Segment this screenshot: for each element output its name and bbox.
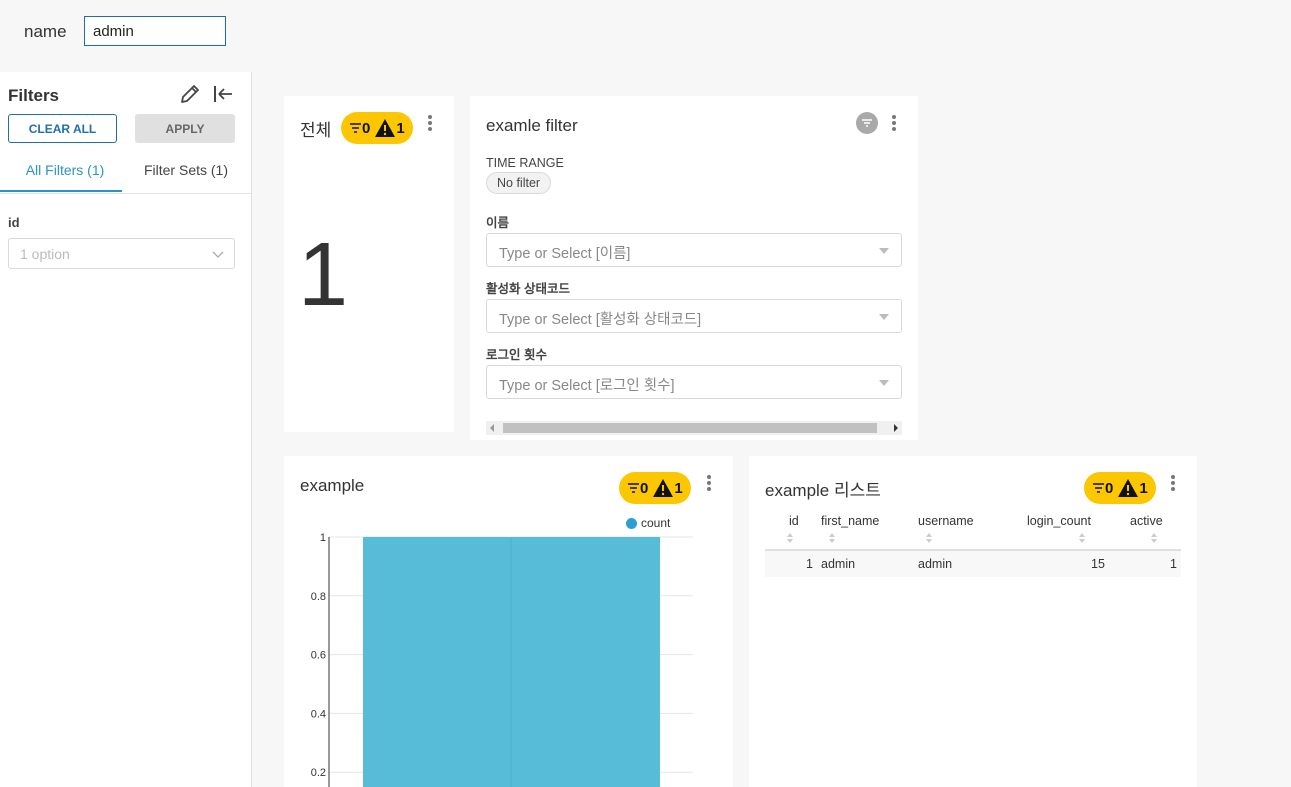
example-list-card: example 리스트 0 1 id first_name username l… bbox=[749, 456, 1197, 787]
field-label-active-code: 활성화 상태코드 bbox=[486, 282, 570, 296]
field-label-login-count: 로그인 횟수 bbox=[486, 348, 547, 362]
field-label-name: 이름 bbox=[486, 216, 510, 230]
filter-box-card: examle filter TIME RANGE No filter 이름 Ty… bbox=[470, 96, 918, 440]
clear-all-button[interactable]: CLEAR ALL bbox=[8, 114, 117, 143]
y-tick-label: 0.8 bbox=[311, 591, 326, 603]
id-filter-placeholder: 1 option bbox=[20, 246, 70, 262]
filter-icon bbox=[350, 123, 361, 133]
chevron-down-icon bbox=[212, 251, 224, 258]
cell-first-name: admin bbox=[821, 557, 856, 571]
sort-icon[interactable] bbox=[1078, 532, 1086, 544]
warning-icon bbox=[375, 119, 396, 137]
sort-icon[interactable] bbox=[1150, 532, 1158, 544]
cell-username: admin bbox=[918, 557, 953, 571]
more-menu-icon[interactable] bbox=[1170, 475, 1176, 493]
more-menu-icon[interactable] bbox=[891, 115, 897, 133]
scrollbar-thumb[interactable] bbox=[503, 423, 877, 433]
top-bar: name bbox=[0, 0, 1291, 66]
filter-status-badge[interactable]: 0 1 bbox=[341, 112, 413, 144]
sort-icon[interactable] bbox=[828, 532, 836, 544]
filters-sidebar: Filters CLEAR ALL APPLY All Filters (1) … bbox=[0, 72, 252, 787]
big-number-value: 1 bbox=[298, 225, 349, 325]
badge-filter-count: 0 bbox=[362, 119, 371, 137]
cell-login-count: 15 bbox=[1091, 557, 1105, 571]
active-tab-indicator bbox=[0, 190, 122, 192]
y-tick-label: 0.4 bbox=[311, 708, 326, 720]
name-label: name bbox=[24, 22, 67, 41]
id-filter-select[interactable]: 1 option bbox=[8, 238, 235, 269]
select-placeholder: Type or Select [활성화 상태코드] bbox=[499, 312, 702, 328]
column-header-id[interactable]: id bbox=[789, 514, 799, 528]
scroll-left-icon[interactable] bbox=[490, 424, 494, 432]
filter-icon bbox=[628, 483, 639, 493]
y-tick-label: 0.2 bbox=[311, 767, 326, 779]
example-chart-card: example 0 1 count 1 0.8 0.6 0.4 0.2 bbox=[284, 456, 733, 787]
sort-icon[interactable] bbox=[925, 532, 933, 544]
id-filter-label: id bbox=[8, 215, 20, 230]
y-tick-label: 0.6 bbox=[311, 650, 326, 662]
badge-warning-count: 1 bbox=[674, 479, 683, 497]
caret-down-icon bbox=[879, 248, 889, 254]
select-login-count[interactable]: Type or Select [로그인 횟수] bbox=[486, 365, 902, 399]
scroll-right-icon[interactable] bbox=[894, 424, 898, 432]
warning-icon bbox=[1118, 479, 1139, 497]
select-name[interactable]: Type or Select [이름] bbox=[486, 233, 902, 267]
tab-all-filters[interactable]: All Filters (1) bbox=[8, 162, 122, 178]
edit-pencil-icon[interactable] bbox=[178, 82, 202, 106]
column-header-login-count[interactable]: login_count bbox=[1027, 514, 1091, 528]
more-menu-icon[interactable] bbox=[706, 475, 712, 493]
select-placeholder: Type or Select [이름] bbox=[499, 246, 631, 262]
sort-icon[interactable] bbox=[786, 532, 794, 544]
badge-warning-count: 1 bbox=[1139, 479, 1148, 497]
cell-id: 1 bbox=[806, 557, 813, 571]
filter-box-title: examle filter bbox=[486, 116, 578, 135]
total-card-title: 전체 bbox=[300, 121, 332, 140]
column-header-active[interactable]: active bbox=[1130, 514, 1163, 528]
collapse-sidebar-icon[interactable] bbox=[211, 82, 235, 106]
column-header-first-name[interactable]: first_name bbox=[821, 514, 879, 528]
name-input[interactable] bbox=[84, 16, 226, 46]
chart-card-title: example bbox=[300, 476, 365, 495]
horizontal-scrollbar[interactable] bbox=[486, 421, 902, 435]
badge-filter-count: 0 bbox=[640, 479, 649, 497]
badge-filter-count: 0 bbox=[1105, 479, 1114, 497]
filter-status-badge[interactable]: 0 1 bbox=[619, 472, 691, 504]
bar-chart: 1 0.8 0.6 0.4 0.2 bbox=[311, 532, 693, 787]
list-card-title: example 리스트 bbox=[765, 481, 881, 500]
filters-title: Filters bbox=[8, 86, 60, 105]
tab-divider bbox=[0, 193, 251, 194]
warning-icon bbox=[653, 479, 674, 497]
total-card: 전체 0 1 1 bbox=[284, 96, 454, 432]
apply-button[interactable]: APPLY bbox=[135, 114, 235, 143]
caret-down-icon bbox=[879, 314, 889, 320]
time-range-label: TIME RANGE bbox=[486, 156, 564, 170]
filter-icon[interactable] bbox=[856, 112, 878, 134]
filter-icon bbox=[1093, 483, 1104, 493]
more-menu-icon[interactable] bbox=[427, 115, 433, 133]
tab-filter-sets[interactable]: Filter Sets (1) bbox=[130, 162, 242, 178]
y-tick-label: 1 bbox=[320, 532, 326, 544]
caret-down-icon bbox=[879, 380, 889, 386]
select-placeholder: Type or Select [로그인 횟수] bbox=[499, 378, 675, 394]
filter-status-badge[interactable]: 0 1 bbox=[1084, 472, 1156, 504]
select-active-code[interactable]: Type or Select [활성화 상태코드] bbox=[486, 299, 902, 333]
cell-active: 1 bbox=[1170, 557, 1177, 571]
table-row[interactable]: 1 admin admin 15 1 bbox=[765, 551, 1181, 577]
badge-warning-count: 1 bbox=[396, 119, 405, 137]
no-filter-pill[interactable]: No filter bbox=[486, 172, 552, 194]
column-header-username[interactable]: username bbox=[918, 514, 974, 528]
